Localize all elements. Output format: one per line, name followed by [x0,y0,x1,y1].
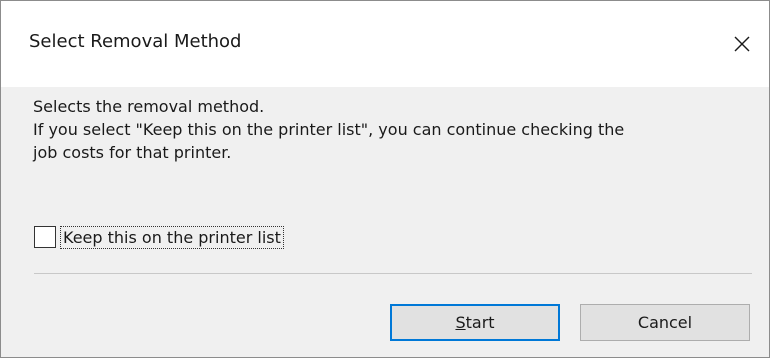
title-bar: Select Removal Method [1,1,769,87]
dialog-window: Select Removal Method Selects the remova… [0,0,770,358]
start-button[interactable]: Start [390,304,560,341]
dialog-body: Selects the removal method. If you selec… [1,87,769,357]
close-button[interactable] [727,29,757,59]
keep-on-list-checkbox[interactable] [34,226,56,248]
cancel-button[interactable]: Cancel [580,304,750,341]
message-text: Selects the removal method. If you selec… [33,95,753,164]
separator-line [34,273,752,274]
message-line-1: Selects the removal method. [33,97,265,116]
dialog-title: Select Removal Method [29,31,242,52]
start-label-rest: tart [465,313,495,332]
start-mnemonic: S [455,313,466,332]
message-line-3: job costs for that printer. [33,143,232,162]
message-line-2: If you select "Keep this on the printer … [33,120,625,139]
keep-on-list-label[interactable]: Keep this on the printer list [60,225,284,249]
close-icon [734,36,750,52]
keep-on-list-checkbox-row[interactable]: Keep this on the printer list [34,225,284,249]
